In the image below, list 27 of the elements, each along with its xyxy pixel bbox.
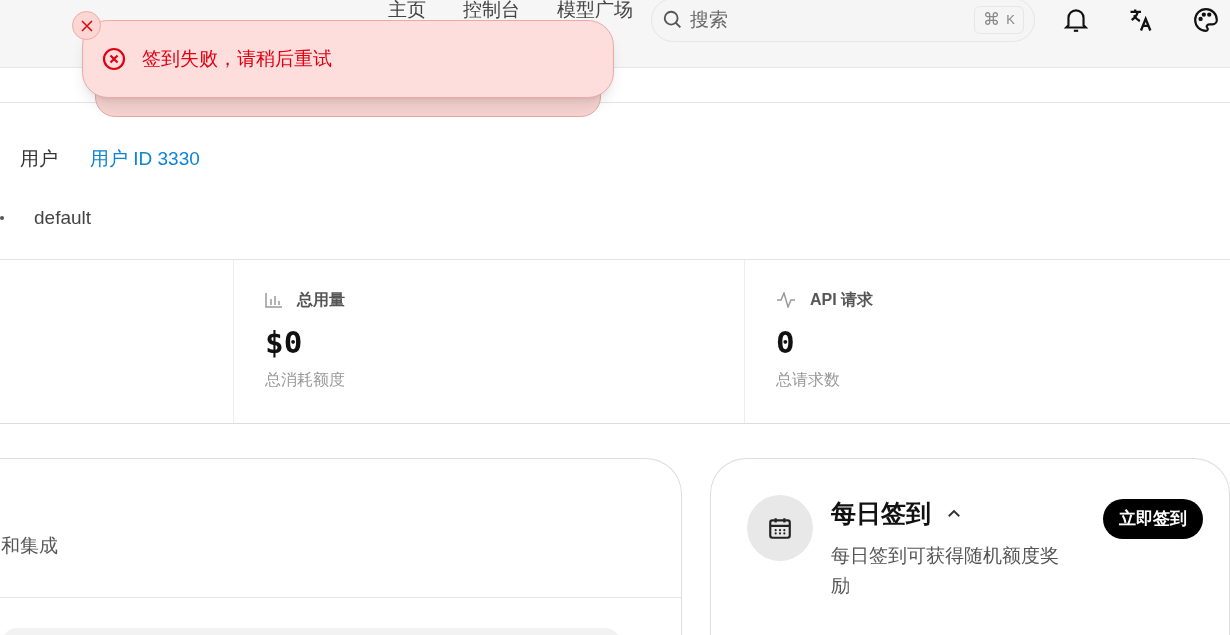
bar-chart-icon (265, 292, 283, 308)
checkin-button[interactable]: 立即签到 (1103, 499, 1203, 539)
error-icon (102, 47, 126, 71)
search-field[interactable]: 搜索 ⌘ K (651, 0, 1035, 42)
notification-bell-icon[interactable] (1063, 6, 1089, 34)
stat-value: 0 (776, 323, 795, 362)
activity-icon (776, 292, 796, 308)
close-icon (80, 19, 93, 32)
user-id: 用户 ID 3330 (90, 147, 200, 171)
stat-value: $0 (265, 323, 303, 362)
palette-icon[interactable] (1193, 6, 1219, 34)
stat-title: 总用量 (297, 290, 345, 310)
search-icon (662, 9, 684, 31)
stat-caption: 总请求数 (776, 370, 840, 390)
nav-link[interactable]: 控制台 (463, 0, 520, 20)
card-text: 和集成 (1, 534, 58, 558)
stat-caption: 总消耗额度 (265, 370, 345, 390)
calendar-icon (767, 515, 793, 541)
user-label: 用户 (20, 147, 58, 171)
checkin-title: 每日签到 (831, 498, 931, 529)
group-name: default (34, 205, 92, 230)
nav-link[interactable]: 主页 (388, 0, 426, 20)
toast-message: 签到失败，请稍后重试 (142, 46, 332, 71)
checkin-description: 每日签到可获得随机额度奖励 (831, 543, 1060, 598)
shortcut-hint: ⌘ K (974, 6, 1024, 34)
nav-link[interactable]: 模型广场 (557, 0, 633, 20)
stat-title: API 请求 (810, 290, 874, 310)
